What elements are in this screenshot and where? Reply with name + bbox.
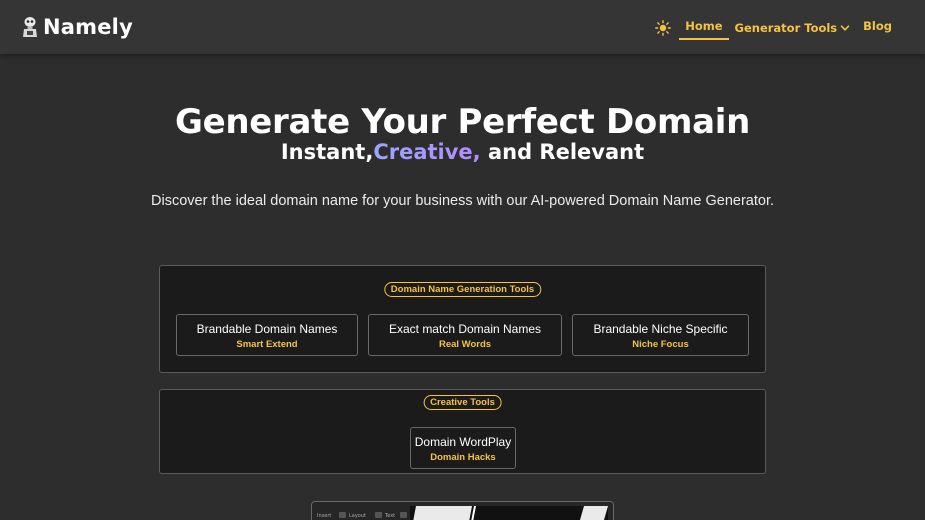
hero-subtitle-accent: Creative,: [373, 140, 481, 164]
creative-tools-badge: Creative Tools: [423, 395, 502, 410]
robot-mascot-icon: [23, 17, 37, 37]
hero-title: Generate Your Perfect Domain: [174, 102, 750, 142]
tool-title: Brandable Domain Names: [196, 322, 338, 336]
tool-subtitle: Niche Focus: [632, 339, 689, 350]
tool-card-brandable[interactable]: Brandable Domain Names Smart Extend: [176, 314, 358, 356]
logo-text: Namely: [43, 15, 133, 39]
tool-card-niche-specific[interactable]: Brandable Niche Specific Niche Focus: [572, 314, 749, 356]
tool-card-wordplay[interactable]: Domain WordPlay Domain Hacks: [410, 427, 516, 469]
tool-card-exact-match[interactable]: Exact match Domain Names Real Words: [368, 314, 562, 356]
preview-toolbar-insert: Insert: [317, 513, 331, 519]
generation-tools-panel: Domain Name Generation Tools Brandable D…: [159, 265, 766, 373]
nav-blog[interactable]: Blog: [857, 16, 898, 40]
hero-subtitle-suffix: and Relevant: [487, 140, 645, 164]
preview-image: Insert Layout Text: [311, 501, 614, 520]
tool-title: Domain WordPlay: [414, 435, 512, 449]
generation-tools-badge: Domain Name Generation Tools: [383, 282, 542, 297]
creative-tools-panel: Creative Tools Domain WordPlay Domain Ha…: [159, 389, 766, 474]
chevron-down-icon: [840, 25, 850, 31]
logo[interactable]: Namely: [21, 12, 133, 42]
nav-generator-tools[interactable]: Generator Tools: [729, 16, 858, 40]
hero-description: Discover the ideal domain name for your …: [151, 193, 774, 209]
hero-subtitle: Instant,Creative, and Relevant: [0, 140, 925, 164]
tool-subtitle: Real Words: [438, 339, 492, 350]
tool-title: Brandable Niche Specific: [593, 322, 728, 336]
tool-subtitle: Smart Extend: [236, 339, 298, 350]
preview-toolbar-text: Text: [384, 513, 395, 519]
tool-title: Exact match Domain Names: [388, 322, 542, 336]
nav-generator-tools-label: Generator Tools: [734, 20, 838, 35]
site-header: Namely Home Generator Tools Blog: [0, 0, 925, 54]
nav-home[interactable]: Home: [679, 16, 729, 40]
sun-icon[interactable]: [655, 20, 672, 36]
preview-illustration: Insert Layout Text: [312, 502, 613, 520]
tool-subtitle: Domain Hacks: [430, 452, 496, 463]
main-nav: Home Generator Tools Blog: [655, 16, 898, 40]
preview-toolbar-layout: Layout: [349, 513, 366, 519]
hero-subtitle-prefix: Instant,: [280, 140, 374, 164]
